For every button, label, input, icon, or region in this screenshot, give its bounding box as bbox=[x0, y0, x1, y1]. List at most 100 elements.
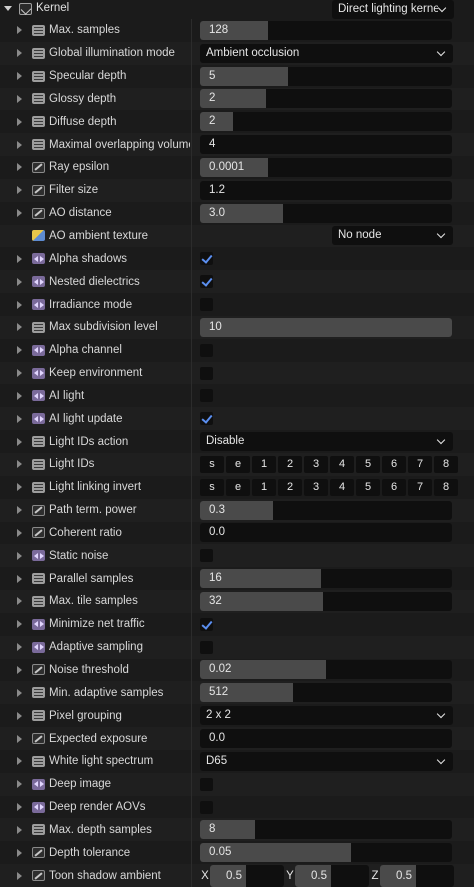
expand-arrow-icon[interactable] bbox=[17, 848, 22, 857]
value-slider[interactable]: 2 bbox=[200, 89, 452, 109]
expand-arrow-icon[interactable] bbox=[17, 528, 22, 537]
checkbox[interactable] bbox=[200, 777, 213, 791]
expand-arrow-icon[interactable] bbox=[17, 620, 22, 629]
expand-arrow-icon[interactable] bbox=[17, 460, 22, 469]
value-slider[interactable]: 2 bbox=[200, 112, 452, 132]
value-slider[interactable]: 0.3 bbox=[200, 500, 452, 520]
light-id-toggle[interactable]: 8 bbox=[434, 455, 458, 473]
option-dropdown[interactable]: Disable bbox=[200, 432, 453, 452]
value-slider[interactable]: 0.02 bbox=[200, 660, 452, 680]
light-id-toggle[interactable]: 6 bbox=[382, 455, 406, 473]
expand-arrow-icon[interactable] bbox=[17, 711, 22, 720]
checkbox[interactable] bbox=[200, 298, 213, 311]
light-id-toggle[interactable]: 7 bbox=[408, 455, 432, 473]
checkbox[interactable] bbox=[200, 412, 213, 426]
option-dropdown[interactable]: 2 x 2 bbox=[200, 706, 453, 726]
kernel-header[interactable]: Kernel Direct lighting kerne bbox=[0, 0, 474, 19]
value-slider[interactable]: 0.0 bbox=[200, 729, 452, 748]
expand-arrow-icon[interactable] bbox=[17, 26, 22, 35]
expand-arrow-icon[interactable] bbox=[17, 163, 22, 172]
value-slider[interactable]: 4 bbox=[200, 135, 452, 155]
option-dropdown[interactable]: Ambient occlusion bbox=[200, 43, 453, 63]
expand-arrow-icon[interactable] bbox=[17, 574, 22, 583]
expand-arrow-icon[interactable] bbox=[17, 551, 22, 560]
expand-arrow-icon[interactable] bbox=[17, 825, 22, 834]
checkbox[interactable] bbox=[200, 252, 213, 266]
light-id-toggle[interactable]: 8 bbox=[434, 478, 458, 496]
checkbox[interactable] bbox=[200, 640, 213, 654]
expand-arrow-icon[interactable] bbox=[17, 254, 22, 263]
light-id-toggle[interactable]: 3 bbox=[304, 478, 328, 496]
value-slider[interactable]: 8 bbox=[200, 820, 452, 840]
expand-arrow-icon[interactable] bbox=[17, 643, 22, 652]
setting-row: Toon shadow ambient X 0.5 Y 0.5 Z 0.5 bbox=[0, 864, 474, 887]
expand-arrow-icon[interactable] bbox=[17, 186, 22, 195]
expand-arrow-icon[interactable] bbox=[17, 688, 22, 697]
expand-arrow-icon[interactable] bbox=[17, 209, 22, 218]
value-slider[interactable]: 16 bbox=[200, 569, 452, 589]
expand-arrow-icon[interactable] bbox=[17, 117, 22, 126]
expand-arrow-icon[interactable] bbox=[17, 780, 22, 789]
checkbox[interactable] bbox=[200, 800, 213, 814]
light-id-toggle[interactable]: 6 bbox=[382, 478, 406, 496]
value-slider[interactable]: 32 bbox=[200, 591, 452, 611]
light-id-toggle[interactable]: 2 bbox=[278, 455, 302, 473]
light-id-toggle[interactable]: 5 bbox=[356, 478, 380, 496]
expand-arrow-icon[interactable] bbox=[17, 300, 22, 309]
checkbox[interactable] bbox=[200, 389, 213, 403]
expand-arrow-icon[interactable] bbox=[17, 94, 22, 103]
expand-arrow-icon[interactable] bbox=[17, 803, 22, 812]
checkbox[interactable] bbox=[200, 366, 213, 380]
expand-arrow-icon[interactable] bbox=[17, 391, 22, 400]
expand-arrow-icon[interactable] bbox=[17, 72, 22, 81]
expand-arrow-icon[interactable] bbox=[17, 277, 22, 286]
value-slider[interactable]: 10 bbox=[200, 317, 452, 337]
light-id-toggle[interactable]: 1 bbox=[252, 478, 276, 496]
vector-component-field[interactable]: 0.5 bbox=[295, 864, 369, 887]
value-slider[interactable]: 0.0001 bbox=[200, 157, 452, 177]
expand-arrow-icon[interactable] bbox=[17, 757, 22, 766]
kernel-type-dropdown[interactable]: Direct lighting kerne bbox=[332, 0, 454, 19]
value-slider[interactable]: 0.05 bbox=[200, 843, 452, 863]
light-id-toggle[interactable]: 7 bbox=[408, 478, 432, 496]
light-id-toggle[interactable]: e bbox=[226, 478, 250, 496]
expand-arrow-icon[interactable] bbox=[17, 665, 22, 674]
light-id-toggle[interactable]: e bbox=[226, 455, 250, 473]
expand-arrow-icon[interactable] bbox=[17, 49, 22, 58]
option-dropdown[interactable]: D65 bbox=[200, 751, 453, 771]
light-id-toggle[interactable]: 2 bbox=[278, 478, 302, 496]
value-slider[interactable]: 128 bbox=[200, 20, 452, 40]
light-id-toggle[interactable]: 4 bbox=[330, 478, 354, 496]
setting-row: Max. tile samples 32 bbox=[0, 590, 474, 613]
light-id-toggle[interactable]: 5 bbox=[356, 455, 380, 473]
expand-arrow-icon[interactable] bbox=[17, 483, 22, 492]
vector-component-field[interactable]: 0.5 bbox=[380, 864, 454, 887]
value-slider[interactable]: 1.2 bbox=[200, 180, 452, 200]
expand-arrow-icon[interactable] bbox=[17, 346, 22, 355]
expand-arrow-icon[interactable] bbox=[17, 323, 22, 332]
node-selector[interactable]: No node bbox=[332, 226, 453, 246]
expand-arrow-icon[interactable] bbox=[17, 369, 22, 378]
value-slider[interactable]: 512 bbox=[200, 683, 452, 703]
expand-arrow-icon[interactable] bbox=[17, 437, 22, 446]
light-id-toggle[interactable]: 4 bbox=[330, 455, 354, 473]
checkbox[interactable] bbox=[200, 617, 213, 631]
expand-arrow-icon[interactable] bbox=[17, 140, 22, 149]
expand-arrow-icon[interactable] bbox=[17, 414, 22, 423]
expand-arrow-icon[interactable] bbox=[17, 734, 22, 743]
value-slider[interactable]: 5 bbox=[200, 66, 452, 86]
light-id-toggle[interactable]: s bbox=[200, 478, 224, 496]
checkbox[interactable] bbox=[200, 549, 213, 563]
expand-arrow-icon[interactable] bbox=[17, 597, 22, 606]
value-slider[interactable]: 3.0 bbox=[200, 203, 452, 223]
checkbox[interactable] bbox=[200, 275, 213, 289]
checkbox[interactable] bbox=[200, 343, 213, 357]
vector-component-field[interactable]: 0.5 bbox=[210, 864, 284, 887]
light-id-toggle[interactable]: 1 bbox=[252, 455, 276, 473]
expand-arrow-icon[interactable] bbox=[17, 506, 22, 515]
light-id-toggle[interactable]: s bbox=[200, 455, 224, 473]
value-slider[interactable]: 0.0 bbox=[200, 523, 452, 543]
light-id-toggle[interactable]: 3 bbox=[304, 455, 328, 473]
collapse-arrow-icon[interactable] bbox=[4, 6, 12, 11]
expand-arrow-icon[interactable] bbox=[17, 871, 22, 880]
